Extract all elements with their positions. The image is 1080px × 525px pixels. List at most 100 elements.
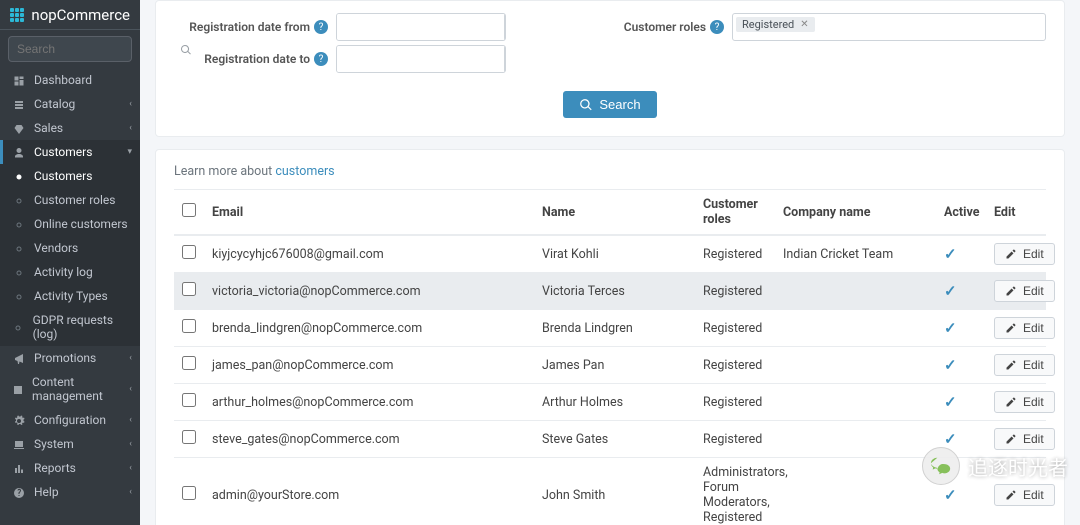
edit-button[interactable]: Edit xyxy=(994,484,1055,506)
sidebar-item-label: Customer roles xyxy=(34,193,115,207)
col-active[interactable]: Active xyxy=(936,190,986,236)
chevron-left-icon: ‹ xyxy=(129,463,132,473)
filter-label: Registration date to xyxy=(174,52,314,66)
edit-button[interactable]: Edit xyxy=(994,243,1055,265)
circle-icon xyxy=(12,320,25,334)
search-button-label: Search xyxy=(599,97,640,112)
sidebar-search-input[interactable] xyxy=(9,42,180,56)
cell-active: ✓ xyxy=(936,235,986,273)
date-to-field[interactable] xyxy=(337,46,504,72)
row-checkbox[interactable] xyxy=(182,356,196,370)
table-row[interactable]: admin@yourStore.comJohn SmithAdministrat… xyxy=(174,458,1046,525)
date-to-input[interactable] xyxy=(336,45,506,73)
row-checkbox[interactable] xyxy=(182,393,196,407)
row-checkbox[interactable] xyxy=(182,430,196,444)
sidebar-item-sales[interactable]: Sales‹ xyxy=(0,116,140,140)
sidebar-item-label: Promotions xyxy=(34,351,96,365)
customers-table: Email Name Customer roles Company name A… xyxy=(174,189,1046,525)
calendar-icon[interactable] xyxy=(504,14,506,40)
calendar-icon[interactable] xyxy=(504,46,506,72)
search-icon[interactable] xyxy=(180,42,192,56)
date-from-field[interactable] xyxy=(337,14,504,40)
sidebar-subitem-vendors[interactable]: Vendors xyxy=(0,236,140,260)
customers-icon xyxy=(12,145,26,159)
row-checkbox[interactable] xyxy=(182,282,196,296)
sidebar-item-catalog[interactable]: Catalog‹ xyxy=(0,92,140,116)
cell-name: Brenda Lindgren xyxy=(534,310,695,347)
date-from-input[interactable] xyxy=(336,13,506,41)
edit-button[interactable]: Edit xyxy=(994,280,1055,302)
circle-icon xyxy=(12,193,26,207)
chevron-left-icon: ‹ xyxy=(129,487,132,497)
chevron-down-icon: ▾ xyxy=(127,147,132,157)
sidebar-item-content-management[interactable]: Content management‹ xyxy=(0,370,140,408)
sidebar-item-label: Online customers xyxy=(34,217,128,231)
sidebar-item-label: Reports xyxy=(34,461,76,475)
sidebar-item-label: Dashboard xyxy=(34,73,92,87)
table-row[interactable]: steve_gates@nopCommerce.comSteve GatesRe… xyxy=(174,421,1046,458)
sidebar-item-label: Activity log xyxy=(34,265,93,279)
brand[interactable]: nopCommerce xyxy=(0,0,140,30)
role-tag[interactable]: Registered✕ xyxy=(736,17,815,32)
table-row[interactable]: brenda_lindgren@nopCommerce.comBrenda Li… xyxy=(174,310,1046,347)
cell-active: ✓ xyxy=(936,347,986,384)
col-name[interactable]: Name xyxy=(534,190,695,236)
cell-email: james_pan@nopCommerce.com xyxy=(204,347,534,384)
circle-icon xyxy=(12,265,26,279)
sidebar-subitem-activity-log[interactable]: Activity log xyxy=(0,260,140,284)
cell-email: admin@yourStore.com xyxy=(204,458,534,525)
col-email[interactable]: Email xyxy=(204,190,534,236)
sidebar-item-promotions[interactable]: Promotions ‹ xyxy=(0,346,140,370)
cell-company xyxy=(775,458,936,525)
cell-name: Steve Gates xyxy=(534,421,695,458)
row-checkbox[interactable] xyxy=(182,245,196,259)
table-row[interactable]: kiyjcycyhjc676008@gmail.comVirat KohliRe… xyxy=(174,235,1046,273)
learn-more-link[interactable]: customers xyxy=(275,164,334,179)
sidebar-subitem-customer-roles[interactable]: Customer roles xyxy=(0,188,140,212)
cell-company xyxy=(775,273,936,310)
check-icon: ✓ xyxy=(944,282,957,300)
close-icon[interactable]: ✕ xyxy=(800,19,808,30)
row-checkbox[interactable] xyxy=(182,486,196,500)
table-row[interactable]: james_pan@nopCommerce.comJames PanRegist… xyxy=(174,347,1046,384)
search-button[interactable]: Search xyxy=(563,91,656,118)
hint-icon[interactable]: ? xyxy=(314,20,328,34)
sidebar-search-box[interactable] xyxy=(8,36,132,62)
sidebar-subitem-online-customers[interactable]: Online customers xyxy=(0,212,140,236)
table-row[interactable]: victoria_victoria@nopCommerce.comVictori… xyxy=(174,273,1046,310)
sidebar-subitem-customers[interactable]: Customers xyxy=(0,164,140,188)
sidebar-item-label: System xyxy=(34,437,74,451)
promotions-icon xyxy=(12,351,26,365)
edit-button[interactable]: Edit xyxy=(994,317,1055,339)
sidebar-item-label: Customers xyxy=(34,145,92,159)
hint-icon[interactable]: ? xyxy=(314,52,328,66)
sidebar-item-help[interactable]: Help‹ xyxy=(0,480,140,504)
brand-name: nopCommerce xyxy=(31,6,130,24)
sidebar-item-configuration[interactable]: Configuration‹ xyxy=(0,408,140,432)
col-company[interactable]: Company name xyxy=(775,190,936,236)
chevron-left-icon: ‹ xyxy=(129,353,132,363)
edit-button[interactable]: Edit xyxy=(994,354,1055,376)
check-icon: ✓ xyxy=(944,430,957,448)
row-checkbox[interactable] xyxy=(182,319,196,333)
cell-name: Victoria Terces xyxy=(534,273,695,310)
cell-roles: Registered xyxy=(695,384,775,421)
sidebar-item-label: Activity Types xyxy=(34,289,108,303)
col-roles[interactable]: Customer roles xyxy=(695,190,775,236)
filter-registration-to: Registration date to ? xyxy=(174,45,610,73)
select-all-checkbox[interactable] xyxy=(182,203,196,217)
sidebar-subitem-gdpr-requests-log-[interactable]: GDPR requests (log) xyxy=(0,308,140,346)
chevron-left-icon: ‹ xyxy=(129,99,132,109)
customer-roles-select[interactable]: Registered✕ xyxy=(732,13,1046,41)
sidebar-item-reports[interactable]: Reports ‹ xyxy=(0,456,140,480)
sidebar-item-system[interactable]: System‹ xyxy=(0,432,140,456)
cell-company xyxy=(775,421,936,458)
edit-button[interactable]: Edit xyxy=(994,391,1055,413)
cell-email: steve_gates@nopCommerce.com xyxy=(204,421,534,458)
dot-icon xyxy=(12,169,26,183)
table-row[interactable]: arthur_holmes@nopCommerce.comArthur Holm… xyxy=(174,384,1046,421)
hint-icon[interactable]: ? xyxy=(710,20,724,34)
sidebar-item-customers[interactable]: Customers ▾ xyxy=(0,140,140,164)
sidebar-item-dashboard[interactable]: Dashboard xyxy=(0,68,140,92)
sidebar-subitem-activity-types[interactable]: Activity Types xyxy=(0,284,140,308)
